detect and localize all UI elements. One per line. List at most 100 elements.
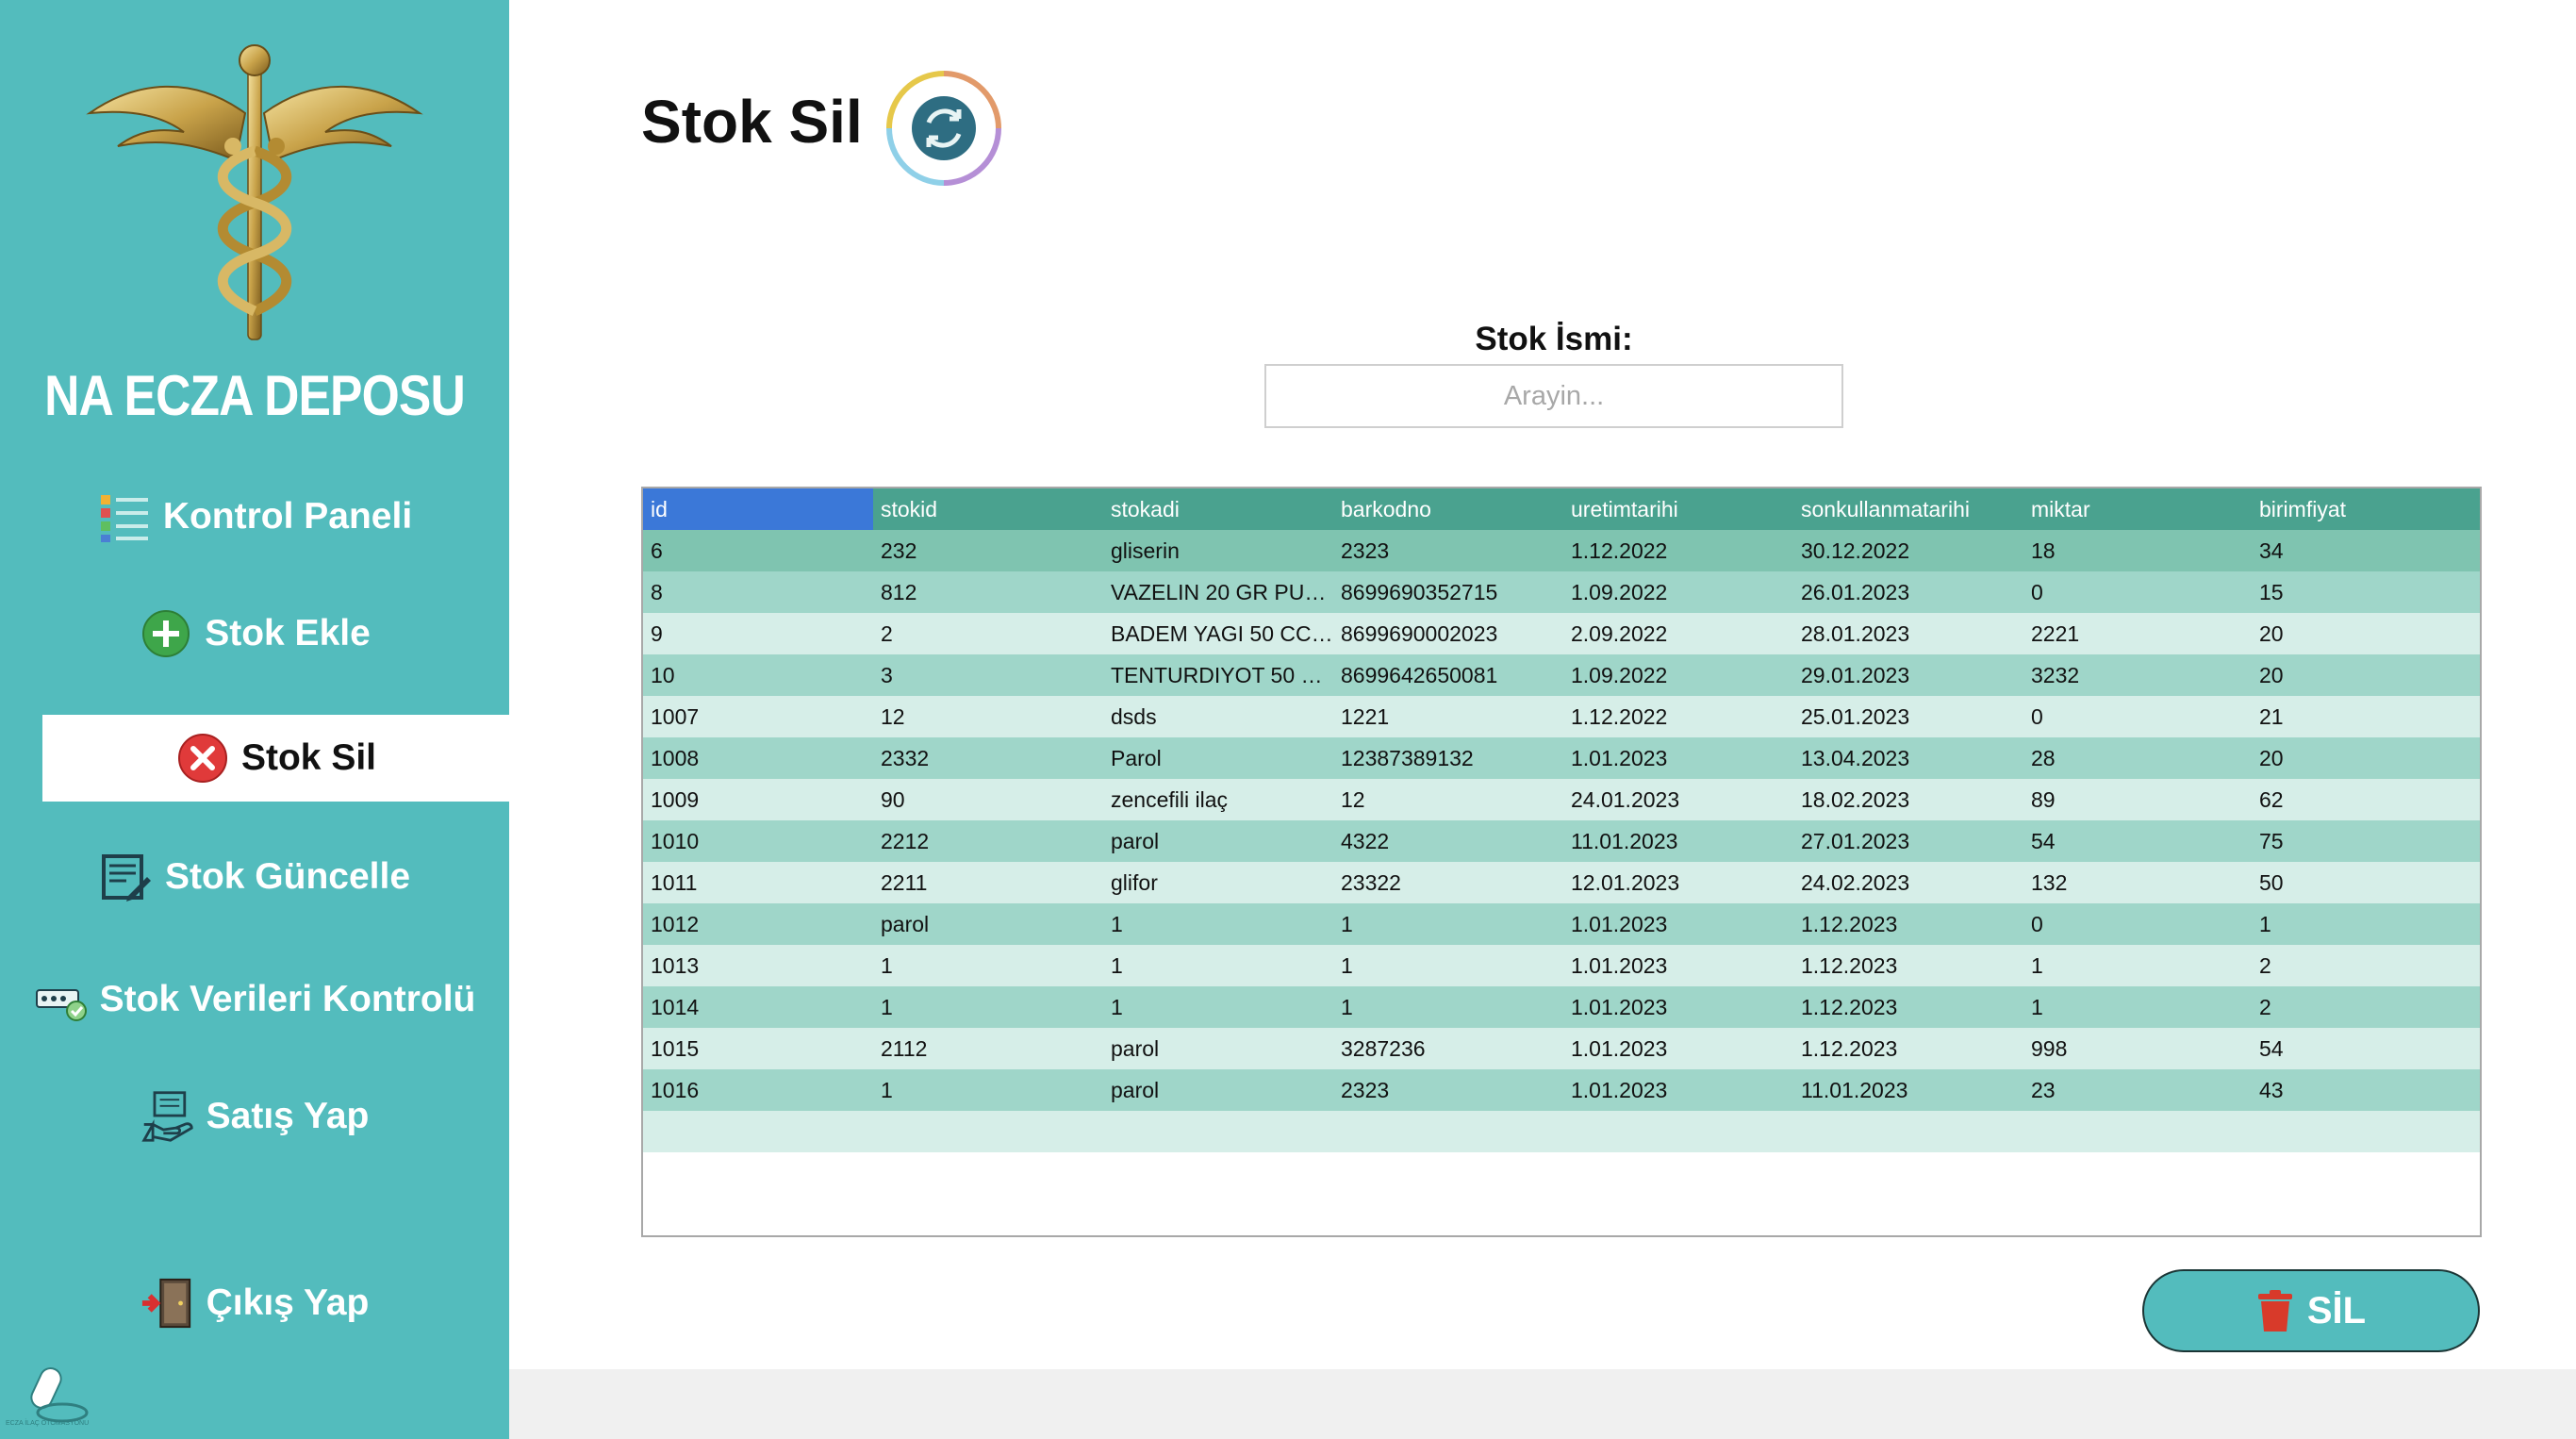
table-cell-empty[interactable] [1103, 1111, 1333, 1152]
table-cell-stokid[interactable]: 2 [873, 613, 1103, 654]
table-cell-birimfiyat[interactable]: 34 [2252, 530, 2480, 571]
search-input[interactable] [1264, 364, 1843, 428]
table-cell-barkodno[interactable]: 1 [1333, 986, 1563, 1028]
table-row[interactable]: 1011 2211 glifor 23322 12.01.2023 24.02.2023 1… [643, 862, 2480, 903]
sidebar-item-stok-verileri-kontrolu[interactable]: Stok Verileri Kontrolü [0, 962, 509, 1037]
table-cell-uretimtarihi[interactable]: 1.09.2022 [1563, 571, 1793, 613]
table-cell-uretimtarihi[interactable]: 24.01.2023 [1563, 779, 1793, 820]
table-cell-stokadi[interactable]: parol [1103, 1028, 1333, 1069]
table-row[interactable]: 1009 90 zencefili ilaç 12 24.01.2023 18.02.20… [643, 779, 2480, 820]
table-cell-empty[interactable] [2023, 1111, 2252, 1152]
table-cell-id[interactable]: 1007 [643, 696, 873, 737]
table-cell-stokid[interactable]: parol [873, 903, 1103, 945]
table-cell-stokid[interactable]: 2112 [873, 1028, 1103, 1069]
table-cell-stokid[interactable]: 2212 [873, 820, 1103, 862]
table-cell-barkodno[interactable]: 12 [1333, 779, 1563, 820]
table-row[interactable]: 1008 2332 Parol 12387389132 1.01.2023 13.04.2… [643, 737, 2480, 779]
table-cell-sonkullanmatarihi[interactable]: 25.01.2023 [1793, 696, 2023, 737]
table-row[interactable]: 6 232 gliserin 2323 1.12.2022 30.12.2022 18 34 [643, 530, 2480, 571]
table-cell-birimfiyat[interactable]: 2 [2252, 986, 2480, 1028]
table-cell-barkodno[interactable]: 2323 [1333, 530, 1563, 571]
table-cell-stokadi[interactable]: Parol [1103, 737, 1333, 779]
table-cell-id[interactable]: 1014 [643, 986, 873, 1028]
table-row[interactable]: 1012 parol 1 1 1.01.2023 1.12.2023 0 1 [643, 903, 2480, 945]
table-cell-uretimtarihi[interactable]: 11.01.2023 [1563, 820, 1793, 862]
table-cell-miktar[interactable]: 132 [2023, 862, 2252, 903]
table-cell-sonkullanmatarihi[interactable]: 28.01.2023 [1793, 613, 2023, 654]
table-cell-stokadi[interactable]: parol [1103, 1069, 1333, 1111]
table-cell-id[interactable]: 1015 [643, 1028, 873, 1069]
column-header-miktar[interactable]: miktar [2023, 488, 2252, 530]
table-cell-sonkullanmatarihi[interactable]: 1.12.2023 [1793, 986, 2023, 1028]
table-row[interactable]: 8 812 VAZELIN 20 GR PUR... 8699690352715 1.0… [643, 571, 2480, 613]
sidebar-item-stok-sil[interactable]: Stok Sil [42, 715, 509, 802]
table-cell-miktar[interactable]: 54 [2023, 820, 2252, 862]
column-header-sonkullanmatarihi[interactable]: sonkullanmatarihi [1793, 488, 2023, 530]
table-cell-id[interactable]: 6 [643, 530, 873, 571]
table-cell-id[interactable]: 1010 [643, 820, 873, 862]
table-row[interactable]: 10 3 TENTURDIYOT 50 M... 8699642650081 1.09.… [643, 654, 2480, 696]
table-cell-birimfiyat[interactable]: 54 [2252, 1028, 2480, 1069]
table-cell-uretimtarihi[interactable]: 1.12.2022 [1563, 530, 1793, 571]
table-cell-birimfiyat[interactable]: 2 [2252, 945, 2480, 986]
table-cell-stokid[interactable]: 12 [873, 696, 1103, 737]
table-cell-stokadi[interactable]: dsds [1103, 696, 1333, 737]
table-cell-miktar[interactable]: 89 [2023, 779, 2252, 820]
table-cell-sonkullanmatarihi[interactable]: 1.12.2023 [1793, 1028, 2023, 1069]
table-cell-barkodno[interactable]: 8699642650081 [1333, 654, 1563, 696]
table-cell-barkodno[interactable]: 2323 [1333, 1069, 1563, 1111]
table-cell-sonkullanmatarihi[interactable]: 29.01.2023 [1793, 654, 2023, 696]
table-cell-stokadi[interactable]: zencefili ilaç [1103, 779, 1333, 820]
table-cell-stokadi[interactable]: 1 [1103, 986, 1333, 1028]
table-cell-sonkullanmatarihi[interactable]: 24.02.2023 [1793, 862, 2023, 903]
table-cell-uretimtarihi[interactable]: 12.01.2023 [1563, 862, 1793, 903]
table-cell-miktar[interactable]: 0 [2023, 571, 2252, 613]
table-cell-barkodno[interactable]: 4322 [1333, 820, 1563, 862]
table-row[interactable]: 1010 2212 parol 4322 11.01.2023 27.01.2023 54 7… [643, 820, 2480, 862]
table-cell-stokadi[interactable]: TENTURDIYOT 50 M... [1103, 654, 1333, 696]
table-cell-birimfiyat[interactable]: 62 [2252, 779, 2480, 820]
table-row[interactable]: 9 2 BADEM YAGI 50 CC(... 8699690002023 2.09.… [643, 613, 2480, 654]
table-row[interactable]: 1014 1 1 1 1.01.2023 1.12.2023 1 2 [643, 986, 2480, 1028]
table-cell-barkodno[interactable]: 3287236 [1333, 1028, 1563, 1069]
table-cell-uretimtarihi[interactable]: 1.09.2022 [1563, 654, 1793, 696]
table-cell-empty[interactable] [1793, 1111, 2023, 1152]
table-cell-birimfiyat[interactable]: 20 [2252, 737, 2480, 779]
table-cell-stokid[interactable]: 1 [873, 986, 1103, 1028]
table-cell-barkodno[interactable]: 12387389132 [1333, 737, 1563, 779]
table-cell-sonkullanmatarihi[interactable]: 30.12.2022 [1793, 530, 2023, 571]
stock-data-grid[interactable]: id stokid stokadi barkodno uretimtarihi … [641, 487, 2482, 1237]
table-cell-barkodno[interactable]: 8699690002023 [1333, 613, 1563, 654]
table-cell-sonkullanmatarihi[interactable]: 1.12.2023 [1793, 903, 2023, 945]
sidebar-item-stok-guncelle[interactable]: Stok Güncelle [0, 839, 509, 915]
table-cell-empty[interactable] [643, 1111, 873, 1152]
table-cell-barkodno[interactable]: 1 [1333, 903, 1563, 945]
table-cell-stokadi[interactable]: BADEM YAGI 50 CC(... [1103, 613, 1333, 654]
column-header-stokadi[interactable]: stokadi [1103, 488, 1333, 530]
table-cell-empty[interactable] [2252, 1111, 2480, 1152]
column-header-uretimtarihi[interactable]: uretimtarihi [1563, 488, 1793, 530]
table-cell-miktar[interactable]: 998 [2023, 1028, 2252, 1069]
sidebar-item-kontrol-paneli[interactable]: Kontrol Paneli [0, 479, 509, 554]
table-cell-birimfiyat[interactable]: 43 [2252, 1069, 2480, 1111]
table-cell-uretimtarihi[interactable]: 2.09.2022 [1563, 613, 1793, 654]
table-cell-birimfiyat[interactable]: 15 [2252, 571, 2480, 613]
table-cell-sonkullanmatarihi[interactable]: 26.01.2023 [1793, 571, 2023, 613]
table-row[interactable]: 1016 1 parol 2323 1.01.2023 11.01.2023 23 43 [643, 1069, 2480, 1111]
table-cell-id[interactable]: 1009 [643, 779, 873, 820]
sidebar-item-satis-yap[interactable]: Satış Yap [0, 1079, 509, 1154]
table-cell-stokid[interactable]: 1 [873, 945, 1103, 986]
table-cell-barkodno[interactable]: 8699690352715 [1333, 571, 1563, 613]
table-cell-stokid[interactable]: 812 [873, 571, 1103, 613]
table-cell-birimfiyat[interactable]: 20 [2252, 613, 2480, 654]
table-cell-stokadi[interactable]: 1 [1103, 945, 1333, 986]
table-cell-uretimtarihi[interactable]: 1.01.2023 [1563, 903, 1793, 945]
table-cell-stokadi[interactable]: glifor [1103, 862, 1333, 903]
table-cell-id[interactable]: 1012 [643, 903, 873, 945]
table-cell-sonkullanmatarihi[interactable]: 1.12.2023 [1793, 945, 2023, 986]
table-cell-stokid[interactable]: 1 [873, 1069, 1103, 1111]
column-header-birimfiyat[interactable]: birimfiyat [2252, 488, 2480, 530]
column-header-stokid[interactable]: stokid [873, 488, 1103, 530]
table-cell-miktar[interactable]: 0 [2023, 903, 2252, 945]
table-cell-sonkullanmatarihi[interactable]: 27.01.2023 [1793, 820, 2023, 862]
